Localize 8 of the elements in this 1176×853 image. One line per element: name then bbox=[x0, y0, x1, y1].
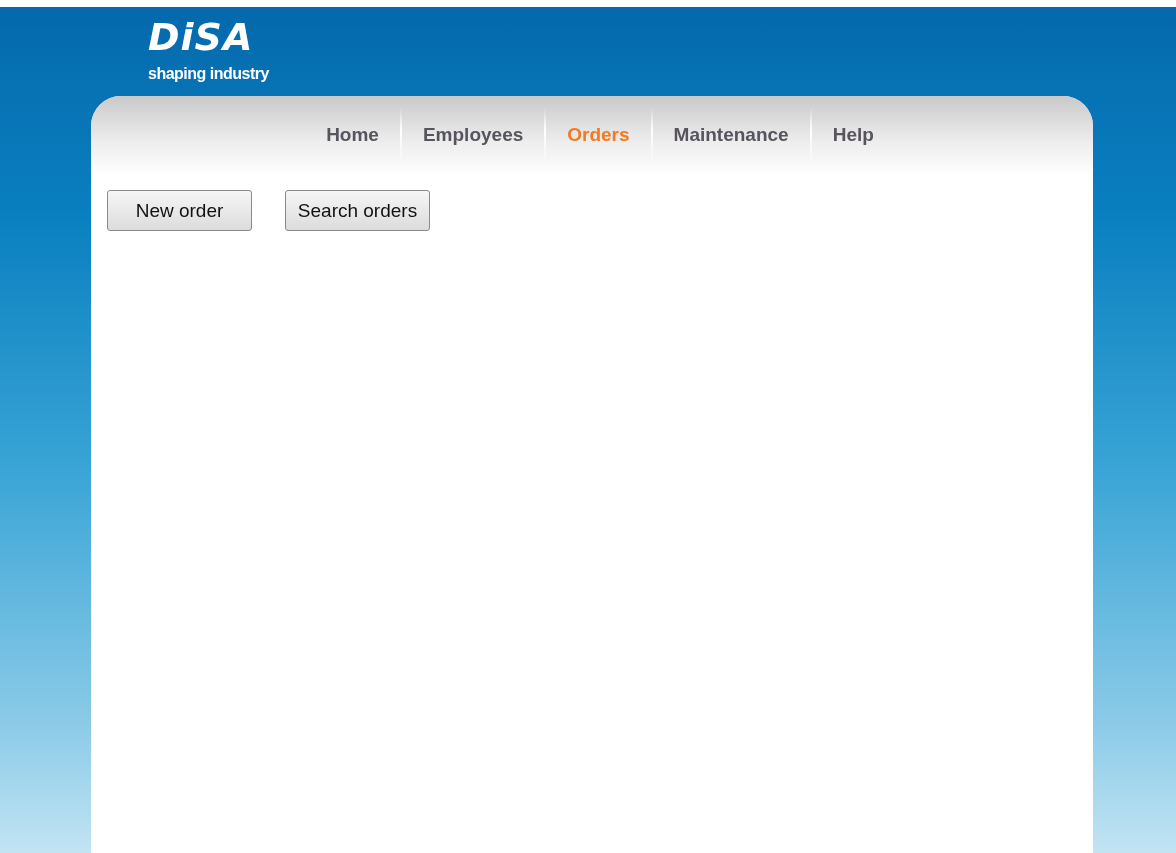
logo-wordmark: DiSA bbox=[148, 17, 254, 57]
nav-link[interactable]: Home bbox=[305, 108, 400, 168]
nav-link[interactable]: Maintenance bbox=[652, 108, 810, 168]
logo-tagline: shaping industry bbox=[148, 65, 269, 83]
action-button[interactable]: Search orders bbox=[285, 190, 430, 231]
action-button[interactable]: New order bbox=[107, 190, 252, 231]
nav-link[interactable]: Employees bbox=[401, 108, 545, 168]
nav-link[interactable]: Help bbox=[811, 108, 895, 168]
